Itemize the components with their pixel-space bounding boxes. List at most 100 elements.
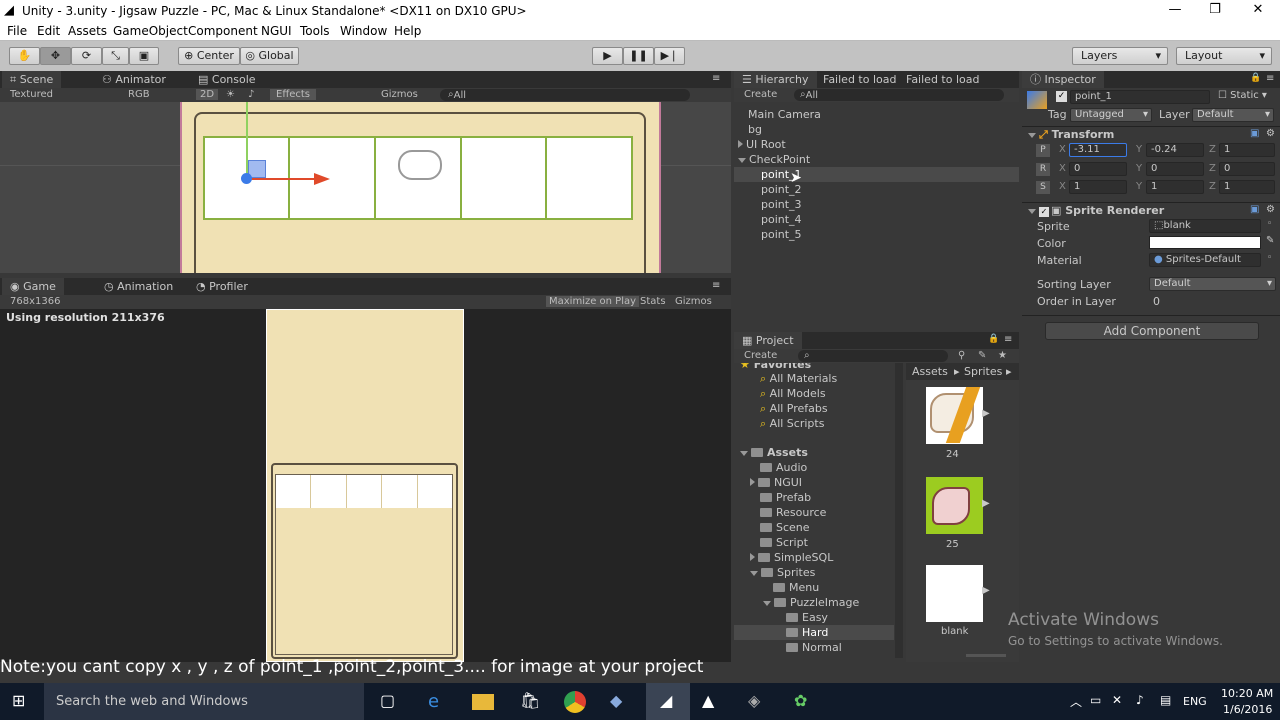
play-preview-icon[interactable]: ▶ <box>982 498 990 509</box>
project-search-input[interactable]: ⌕ <box>798 350 948 362</box>
app-icon[interactable]: ✿ <box>794 691 816 713</box>
rgb-dropdown[interactable]: RGB <box>128 89 150 100</box>
menu-window[interactable]: Window <box>340 24 387 38</box>
object-name-field[interactable]: point_1 <box>1070 90 1210 104</box>
game-gizmos-dropdown[interactable]: Gizmos <box>675 296 712 307</box>
eyedropper-icon[interactable]: ✎ <box>1266 235 1274 246</box>
hierarchy-item[interactable]: CheckPoint <box>738 153 810 166</box>
tab-failed-1[interactable]: Failed to load <box>823 71 896 88</box>
scale-z-field[interactable]: 1 <box>1219 180 1275 194</box>
menu-help[interactable]: Help <box>394 24 421 38</box>
expand-arrow-icon[interactable] <box>738 140 743 148</box>
photos-icon[interactable]: ▲ <box>702 691 724 713</box>
filter-type-icon[interactable]: ⚲ <box>958 350 965 361</box>
scale-reset-button[interactable]: S <box>1036 181 1050 194</box>
clock-date[interactable]: 1/6/2016 <box>1223 703 1272 716</box>
lighting-icon[interactable]: ☀ <box>226 89 235 100</box>
menu-file[interactable]: File <box>7 24 27 38</box>
tab-animation[interactable]: ◷ Animation <box>104 278 173 295</box>
resolution-dropdown[interactable]: 768x1366 <box>10 296 60 307</box>
tree-scrollbar[interactable] <box>895 363 903 658</box>
notification-icon[interactable]: ▤ <box>1160 693 1171 707</box>
settings-gear-icon[interactable]: ⚙ <box>1266 128 1275 139</box>
edge-icon[interactable]: e <box>428 691 450 713</box>
help-icon[interactable]: ▣ <box>1250 204 1259 215</box>
hierarchy-item[interactable]: point_2 <box>761 183 802 196</box>
pivot-global-button[interactable]: ◎ Global <box>240 47 299 65</box>
folder-item[interactable]: Sprites <box>750 566 815 579</box>
folder-item[interactable]: Prefab <box>760 491 811 504</box>
menu-assets[interactable]: Assets <box>68 24 107 38</box>
menu-tools[interactable]: Tools <box>300 24 330 38</box>
app-icon[interactable]: ◈ <box>748 691 770 713</box>
chrome-icon[interactable] <box>564 691 586 713</box>
asset-thumbnail[interactable] <box>926 387 983 444</box>
rotation-y-field[interactable]: 0 <box>1146 162 1204 176</box>
active-checkbox[interactable]: ✓ <box>1056 91 1067 102</box>
close-button[interactable]: ✕ <box>1243 2 1273 17</box>
position-x-field[interactable]: -3.11 <box>1069 143 1127 157</box>
rect-tool-button[interactable]: ▣ <box>129 47 159 65</box>
tab-project[interactable]: ▦ Project <box>734 332 802 349</box>
rotation-reset-button[interactable]: R <box>1036 163 1050 176</box>
pause-button[interactable]: ❚❚ <box>623 47 654 65</box>
move-gizmo-x-arrow[interactable] <box>314 173 330 185</box>
hierarchy-item[interactable]: bg <box>748 123 762 136</box>
windows-start-icon[interactable]: ⊞ <box>12 691 34 713</box>
scale-y-field[interactable]: 1 <box>1146 180 1204 194</box>
file-explorer-icon[interactable] <box>472 694 494 710</box>
favorite-item[interactable]: ⌕ All Models <box>760 387 826 401</box>
play-preview-icon[interactable]: ▶ <box>982 585 990 596</box>
hierarchy-item[interactable]: Main Camera <box>748 108 821 121</box>
hand-tool-button[interactable]: ✋ <box>9 47 40 65</box>
effects-dropdown[interactable]: Effects <box>270 89 316 100</box>
scale-x-field[interactable]: 1 <box>1069 180 1127 194</box>
tab-failed-2[interactable]: Failed to load <box>906 71 979 88</box>
position-y-field[interactable]: -0.24 <box>1146 143 1204 157</box>
layers-dropdown[interactable]: Layers ▾ <box>1072 47 1168 65</box>
volume-icon[interactable]: ♪ <box>1136 693 1144 707</box>
panel-menu-icon[interactable]: ≡ <box>712 73 720 84</box>
breadcrumb-item[interactable]: Assets <box>912 363 948 380</box>
hierarchy-search-input[interactable]: ⌕ All <box>794 89 1004 101</box>
tray-chevron-icon[interactable]: ︿ <box>1070 693 1082 710</box>
folder-item[interactable]: Resource <box>760 506 826 519</box>
favorite-star-icon[interactable]: ★ <box>998 350 1007 361</box>
store-icon[interactable]: 🛍 <box>520 691 542 713</box>
app-icon[interactable]: ◆ <box>610 691 632 713</box>
maximize-button[interactable]: ❐ <box>1200 2 1230 17</box>
task-view-icon[interactable]: ▢ <box>380 691 402 713</box>
gizmos-dropdown[interactable]: Gizmos <box>381 89 418 100</box>
tab-scene[interactable]: ⌗ Scene <box>2 71 62 88</box>
folder-item-selected[interactable]: Hard <box>786 626 828 639</box>
step-button[interactable]: ▶❘ <box>654 47 685 65</box>
tab-console[interactable]: ▤ Console <box>198 71 256 88</box>
tab-animator[interactable]: ⚇ Animator <box>102 71 166 88</box>
clock-time[interactable]: 10:20 AM <box>1221 687 1273 700</box>
asset-thumbnail[interactable] <box>926 477 983 534</box>
position-z-field[interactable]: 1 <box>1219 143 1275 157</box>
material-field[interactable]: ● Sprites-Default <box>1149 253 1261 267</box>
game-view[interactable]: Using resolution 211x376 <box>0 309 731 662</box>
layer-dropdown[interactable]: Default ▾ <box>1192 108 1274 122</box>
lock-icon[interactable]: 🔒 <box>1250 73 1261 83</box>
component-enabled-checkbox[interactable]: ✓ <box>1039 207 1049 217</box>
stats-toggle[interactable]: Stats <box>640 296 666 307</box>
favorite-item[interactable]: ⌕ All Materials <box>760 372 837 386</box>
move-tool-button[interactable]: ✥ <box>40 47 71 65</box>
maximize-on-play-toggle[interactable]: Maximize on Play <box>546 296 640 307</box>
scale-tool-button[interactable]: ⤡ <box>102 47 129 65</box>
tag-dropdown[interactable]: Untagged ▾ <box>1070 108 1152 122</box>
object-picker-icon[interactable]: ◦ <box>1267 253 1272 263</box>
project-create-dropdown[interactable]: Create <box>744 350 777 361</box>
tab-profiler[interactable]: ◔ Profiler <box>196 278 248 295</box>
asset-size-slider[interactable] <box>966 654 1006 657</box>
network-icon[interactable]: ✕ <box>1112 693 1122 707</box>
object-picker-icon[interactable]: ◦ <box>1267 219 1272 229</box>
play-button[interactable]: ▶ <box>592 47 623 65</box>
scene-view[interactable] <box>0 102 731 273</box>
favorite-item[interactable]: ⌕ All Scripts <box>760 417 824 431</box>
rotation-z-field[interactable]: 0 <box>1219 162 1275 176</box>
favorites-header[interactable]: ★ Favorites <box>740 363 811 371</box>
move-gizmo-center[interactable] <box>241 173 252 184</box>
